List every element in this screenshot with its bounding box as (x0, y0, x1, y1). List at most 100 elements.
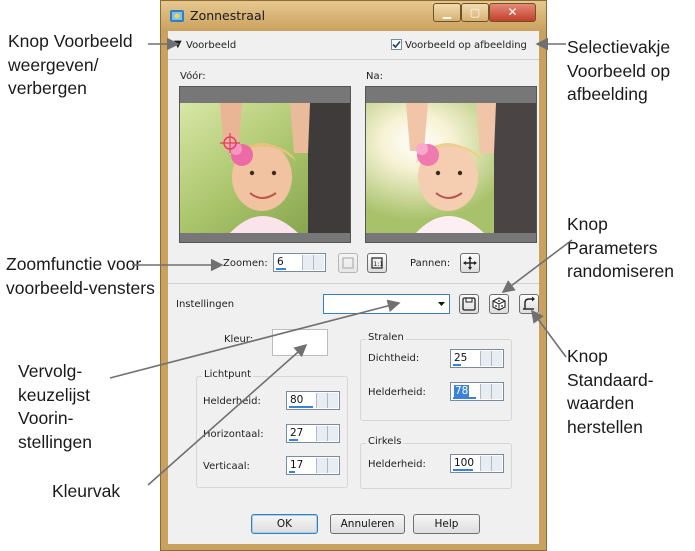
dice-icon (492, 297, 506, 311)
callout-color-box-text: Kleurvak (52, 481, 121, 501)
pan-button[interactable] (460, 253, 480, 273)
spin-arrows-icon[interactable] (316, 393, 327, 408)
spin-arrows-icon[interactable] (316, 458, 327, 473)
minimize-icon: ▁ (442, 6, 452, 19)
slider-bar (453, 397, 476, 399)
triangle-down-icon: ▼ (174, 39, 182, 50)
chevron-down-icon[interactable] (435, 296, 448, 312)
rays-density-label: Dichtheid: (368, 353, 420, 364)
sunburst-dialog: Zonnestraal ▁ ▢ ✕ ▼ Voorbeeld Voorbeeld … (160, 0, 547, 551)
spin-arrows-icon[interactable] (302, 255, 313, 270)
lightspot-title: Lichtpunt (202, 369, 254, 380)
zoom-value: 6 (277, 256, 284, 268)
callout-reset-text: Knop Standaard-waarden herstellen (567, 346, 654, 437)
rays-density-value: 25 (454, 352, 468, 364)
zoom-stepper[interactable]: 6 (273, 253, 326, 272)
after-label: Na: (366, 71, 383, 82)
zoom-fit-icon (342, 257, 354, 269)
preview-on-image-label: Voorbeeld op afbeelding (405, 40, 527, 51)
lightspot-horizontal-stepper[interactable]: 27 (286, 424, 340, 443)
spin-arrows-icon[interactable] (316, 426, 327, 441)
zoom-slider-bar (276, 268, 286, 270)
slider-bar (453, 364, 461, 366)
spin-arrows-icon[interactable] (480, 351, 491, 366)
maximize-button[interactable]: ▢ (461, 3, 489, 22)
minimize-button[interactable]: ▁ (433, 3, 461, 22)
callout-preview-checkbox-text: Selectievakje Voorbeeld op afbeelding (567, 37, 671, 104)
reset-defaults-button[interactable] (519, 294, 539, 314)
lightspot-vertical-stepper[interactable]: 17 (286, 456, 340, 475)
ok-button[interactable]: OK (251, 514, 318, 534)
zoom-label: Zoomen: (223, 258, 268, 269)
before-preview-pane[interactable] (179, 86, 351, 243)
title-bar[interactable]: Zonnestraal ▁ ▢ ✕ (161, 1, 546, 31)
chevron-down-icon[interactable] (491, 351, 502, 366)
help-button[interactable]: Help (413, 514, 480, 534)
callout-randomize-text: Knop Parameters randomiseren (567, 214, 674, 281)
after-preview-image (366, 103, 536, 233)
chevron-down-icon[interactable] (313, 255, 324, 270)
lightspot-vertical-value: 17 (290, 459, 304, 471)
spin-arrows-icon[interactable] (480, 456, 491, 471)
checkmark-icon (392, 40, 401, 49)
save-preset-button[interactable] (459, 294, 479, 314)
callout-presets-text: Vervolg-keuzelijst Voorin-stellingen (18, 361, 92, 452)
zoom-actual-size-button[interactable]: 1:1 (367, 253, 387, 273)
chevron-down-icon[interactable] (327, 458, 338, 473)
slider-bar (453, 469, 473, 471)
lightspot-brightness-value: 80 (290, 394, 304, 406)
before-preview-image (180, 103, 350, 233)
chevron-down-icon[interactable] (327, 393, 338, 408)
presets-dropdown[interactable] (323, 294, 450, 314)
color-label: Kleur: (224, 334, 254, 345)
divider (168, 283, 539, 284)
rays-brightness-stepper[interactable]: 78 (450, 382, 504, 401)
callout-reset: Knop Standaard-waarden herstellen (567, 345, 677, 439)
rays-density-stepper[interactable]: 25 (450, 349, 504, 368)
color-swatch[interactable] (272, 329, 328, 356)
slider-bar (289, 471, 295, 473)
slider-bar (289, 439, 298, 441)
rays-title: Stralen (366, 332, 406, 343)
chevron-down-icon[interactable] (491, 384, 502, 399)
callout-preview-checkbox: Selectievakje Voorbeeld op afbeelding (567, 36, 695, 107)
presets-label: Instellingen (176, 299, 235, 310)
circles-brightness-stepper[interactable]: 100 (450, 454, 504, 473)
window-title: Zonnestraal (190, 8, 266, 23)
circles-brightness-label: Helderheid: (368, 459, 426, 470)
svg-text:1:1: 1:1 (374, 261, 384, 268)
save-icon (462, 297, 476, 311)
app-icon (170, 10, 184, 22)
circles-brightness-value: 100 (454, 457, 475, 469)
preview-on-image-checkbox[interactable] (391, 39, 402, 50)
maximize-icon: ▢ (469, 6, 481, 19)
callout-toggle-preview: Knop Voorbeeld weergeven/ verbergen (8, 30, 158, 101)
close-button[interactable]: ✕ (489, 3, 536, 22)
divider (168, 59, 539, 60)
close-icon: ✕ (507, 5, 518, 19)
callout-color-box: Kleurvak (52, 480, 152, 504)
circles-title: Cirkels (366, 436, 404, 447)
preview-toggle-label: Voorbeeld (186, 40, 237, 51)
slider-bar (289, 406, 313, 408)
pan-label: Pannen: (410, 258, 451, 269)
lightspot-horizontal-label: Horizontaal: (203, 429, 264, 440)
callout-toggle-preview-text: Knop Voorbeeld weergeven/ verbergen (8, 31, 133, 98)
lightspot-brightness-stepper[interactable]: 80 (286, 391, 340, 410)
randomize-button[interactable] (489, 294, 509, 314)
after-preview-pane[interactable] (365, 86, 537, 243)
spin-arrows-icon[interactable] (480, 384, 491, 399)
callout-randomize: Knop Parameters randomiseren (567, 213, 695, 284)
reset-icon (523, 296, 535, 310)
lightspot-vertical-label: Verticaal: (203, 461, 250, 472)
chevron-down-icon[interactable] (491, 456, 502, 471)
callout-zoom: Zoomfunctie voor voorbeeld-vensters (6, 253, 156, 300)
zoom-fit-button[interactable] (338, 253, 358, 273)
rays-brightness-value: 78 (454, 385, 470, 397)
chevron-down-icon[interactable] (327, 426, 338, 441)
cancel-button[interactable]: Annuleren (330, 514, 405, 534)
preview-toggle-button[interactable]: ▼ Voorbeeld (174, 39, 264, 53)
callout-presets: Vervolg-keuzelijst Voorin-stellingen (18, 360, 113, 454)
actual-size-icon: 1:1 (371, 257, 384, 269)
before-label: Vóór: (180, 71, 206, 82)
